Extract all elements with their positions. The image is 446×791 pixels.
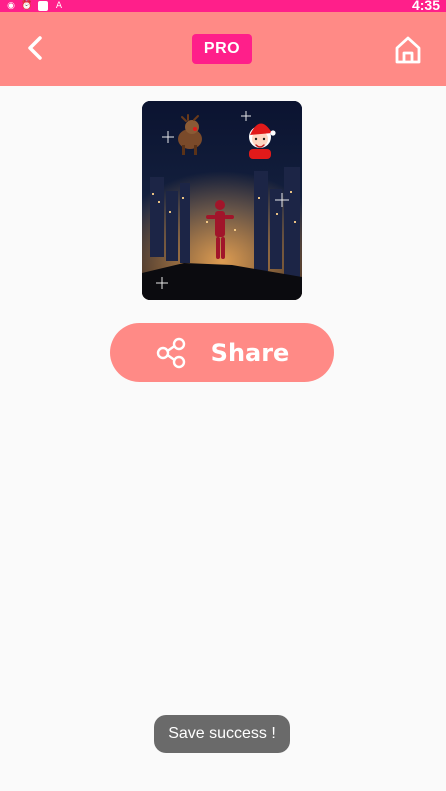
status-bar: ◉ ⏰ A 4:35 <box>0 0 446 13</box>
toast-message: Save success ! <box>154 715 290 753</box>
pro-button[interactable]: PRO <box>192 34 252 64</box>
share-label: Share <box>210 338 290 367</box>
a-icon: A <box>55 1 63 11</box>
back-button[interactable] <box>20 32 52 64</box>
edited-photo-preview[interactable] <box>142 101 302 300</box>
city-night-image <box>142 101 302 300</box>
chevron-left-icon <box>28 36 42 60</box>
share-icon <box>156 337 185 368</box>
home-button[interactable] <box>392 34 424 66</box>
home-icon <box>395 36 421 64</box>
notification-icon <box>38 1 48 11</box>
settings-icon: ◉ <box>7 1 15 11</box>
share-button[interactable]: Share <box>110 323 334 382</box>
alarm-icon: ⏰ <box>21 1 33 11</box>
app-bar: PRO <box>0 12 446 86</box>
status-icons: ◉ ⏰ A <box>6 0 64 12</box>
